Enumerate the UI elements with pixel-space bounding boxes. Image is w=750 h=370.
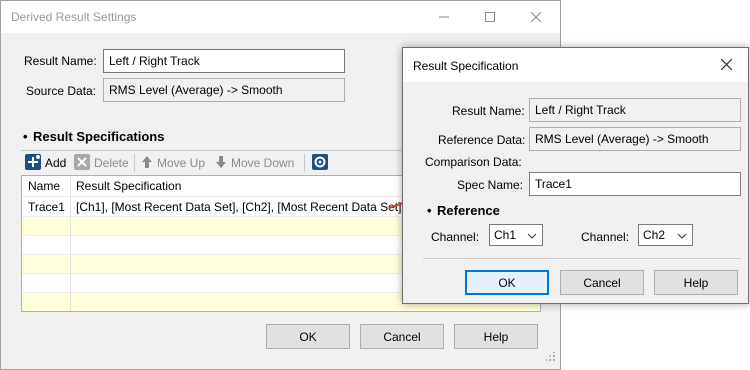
result-name-input[interactable]: Left / Right Track [103, 49, 345, 73]
back-ok-button[interactable]: OK [266, 324, 350, 349]
result-specification-dialog: Result Specification Result Name: Left /… [402, 47, 749, 304]
channel-select-1[interactable]: Ch1 [489, 224, 543, 246]
spec-name-label: Spec Name: [457, 178, 524, 192]
back-titlebar: Derived Result Settings [1, 1, 560, 33]
reference-title: Reference [437, 203, 500, 218]
add-label: Add [45, 156, 67, 170]
row-name-cell: Trace1 [28, 200, 65, 214]
back-close-icon[interactable] [513, 1, 559, 33]
source-data-label: Source Data: [26, 84, 97, 98]
result-specifications-title: Result Specifications [33, 129, 165, 144]
front-ok-button[interactable]: OK [465, 270, 549, 295]
gear-icon [312, 153, 328, 173]
reference-bullet: • [427, 203, 432, 218]
reference-data-label: Reference Data: [438, 133, 526, 147]
move-up-button[interactable]: Move Up [141, 154, 205, 172]
arrow-down-icon [215, 155, 227, 172]
move-down-label: Move Down [231, 156, 295, 170]
arrow-up-icon [141, 155, 153, 172]
front-dialog-title: Result Specification [413, 59, 519, 73]
channel-select-1-value: Ch1 [494, 228, 517, 242]
move-up-label: Move Up [157, 156, 206, 170]
move-down-button[interactable]: Move Down [215, 154, 294, 172]
spec-name-input[interactable]: Trace1 [529, 172, 741, 196]
front-titlebar: Result Specification [403, 48, 748, 82]
delete-icon [74, 153, 90, 173]
source-data-field: RMS Level (Average) -> Smooth [103, 78, 345, 102]
front-help-button[interactable]: Help [654, 270, 738, 295]
channel-select-2-value: Ch2 [643, 228, 666, 242]
resize-grip-icon[interactable] [545, 351, 556, 365]
column-header-name[interactable]: Name [22, 176, 70, 195]
delete-button[interactable]: Delete [74, 153, 129, 173]
back-cancel-button[interactable]: Cancel [360, 324, 444, 349]
reference-data-field: RMS Level (Average) -> Smooth [529, 127, 741, 151]
front-result-name-field: Left / Right Track [529, 98, 741, 122]
front-result-name-label: Result Name: [452, 104, 525, 118]
delete-label: Delete [94, 156, 129, 170]
section-bullet: • [23, 129, 28, 144]
comparison-data-label: Comparison Data: [425, 155, 522, 169]
channel-select-2[interactable]: Ch2 [638, 224, 693, 246]
front-divider [423, 258, 741, 259]
toolbar-separator [134, 154, 135, 172]
front-close-icon[interactable] [720, 58, 733, 73]
front-cancel-button[interactable]: Cancel [560, 270, 644, 295]
chevron-down-icon [527, 230, 537, 244]
settings-button[interactable] [312, 153, 328, 173]
add-button[interactable]: Add [25, 153, 67, 173]
back-dialog-title: Derived Result Settings [11, 10, 137, 24]
chevron-down-icon [677, 230, 687, 244]
maximize-icon[interactable] [467, 1, 513, 33]
channel-label-1: Channel: [431, 230, 480, 244]
back-help-button[interactable]: Help [454, 324, 538, 349]
add-icon [25, 153, 41, 173]
toolbar-separator [304, 154, 305, 172]
channel-label-2: Channel: [581, 230, 630, 244]
minimize-icon[interactable] [421, 1, 467, 33]
result-name-label: Result Name: [24, 54, 97, 68]
